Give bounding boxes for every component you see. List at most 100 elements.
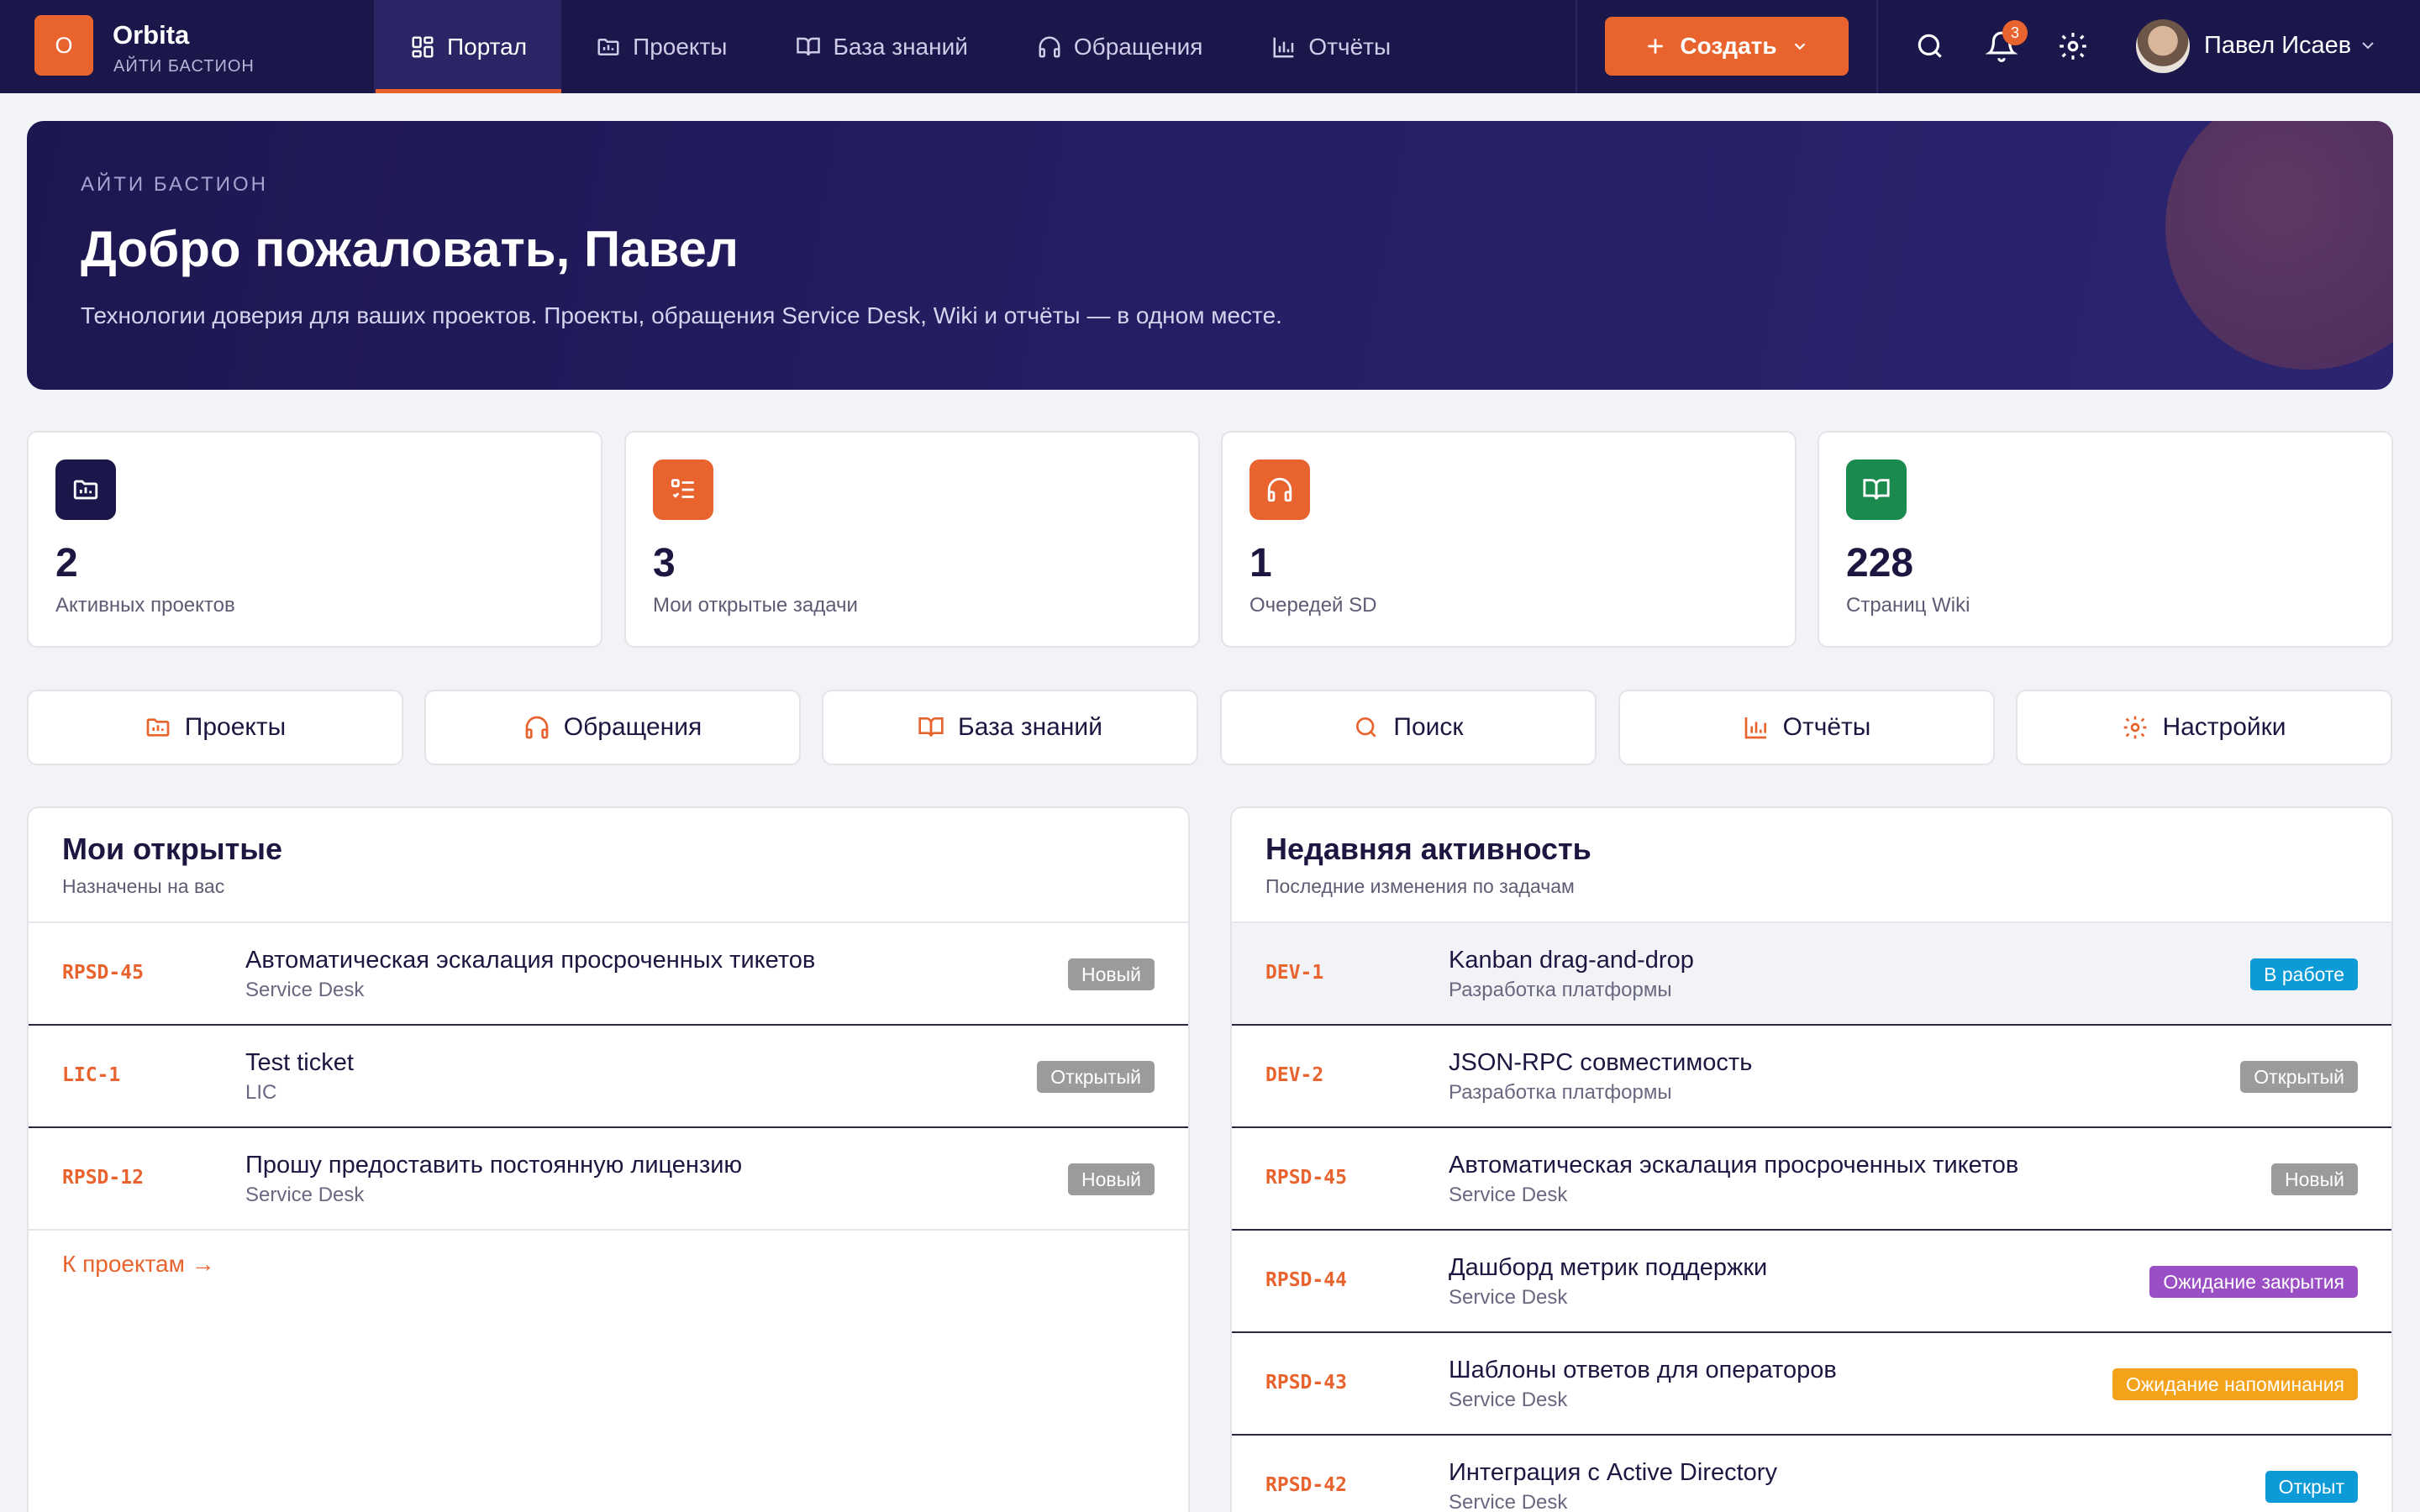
search-icon [1356,717,1377,738]
nav-divider [1576,0,1577,93]
stat-value: 3 [653,541,676,585]
stat-value: 228 [1846,541,1914,585]
search-button[interactable] [1912,24,1949,69]
stat-card-open-tasks[interactable]: 3 Мои открытые задачи [624,431,1200,648]
issue-key[interactable]: DEV-2 [1265,1064,1323,1086]
quick-link-requests[interactable]: Обращения [424,690,801,765]
table-row[interactable]: RPSD-43 Шаблоны ответов для операторов S… [1232,1333,2391,1436]
issue-key[interactable]: RPSD-44 [1265,1269,1347,1291]
stat-label: Очередей SD [1249,594,1377,617]
issue-key[interactable]: RPSD-45 [62,962,144,984]
headset-icon [1249,459,1310,520]
quick-link-label: Настройки [2162,713,2286,741]
issue-title[interactable]: Автоматическая эскалация просроченных ти… [245,947,815,974]
status-badge: В работе [2250,958,2358,990]
headset-icon [1039,36,1060,57]
quick-link-search[interactable]: Поиск [1220,690,1597,765]
folder-icon [146,718,170,737]
table-row[interactable]: DEV-1 Kanban drag-and-drop Разработка пл… [1232,923,2391,1026]
issue-title[interactable]: Kanban drag-and-drop [1449,947,1694,974]
quick-link-label: Проекты [184,713,287,741]
table-row[interactable]: RPSD-45 Автоматическая эскалация просроч… [1232,1128,2391,1231]
quick-link-projects[interactable]: Проекты [27,690,403,765]
create-button[interactable]: Создать [1605,17,1849,76]
table-row[interactable]: RPSD-12 Прошу предоставить постоянную ли… [29,1128,1188,1231]
grid-icon [412,36,434,57]
panel-subtitle: Последние изменения по задачам [1265,875,1575,897]
app-logo[interactable]: O [34,15,93,76]
folder-chart-icon [55,459,116,520]
issue-project: Service Desk [1449,1286,1568,1309]
settings-button[interactable] [2054,24,2091,69]
headset-icon [525,716,549,739]
issue-project: Service Desk [1449,1389,1568,1411]
nav-divider [1876,0,1878,93]
issue-project: Разработка платформы [1449,979,1672,1001]
quick-link-knowledge-base[interactable]: База знаний [822,690,1198,765]
bar-chart-icon [1744,717,1766,739]
quick-link-label: Отчёты [1782,713,1871,741]
my-open-panel: Мои открытые Назначены на вас RPSD-45 Ав… [27,806,1190,1512]
banner-org-name: АЙТИ БАСТИОН [81,173,268,196]
issue-project: Разработка платформы [1449,1081,1672,1104]
status-badge: Открытый [2240,1061,2358,1093]
user-name[interactable]: Павел Исаев [2204,32,2351,60]
tab-reports[interactable]: Отчёты [1237,0,1425,93]
tab-portal[interactable]: Портал [376,0,562,93]
main-nav-tabs: Портал Проекты База знаний Обращения Отч… [376,0,1425,93]
table-row[interactable]: RPSD-42 Интеграция с Active Directory Se… [1232,1436,2391,1512]
table-row[interactable]: RPSD-45 Автоматическая эскалация просроч… [29,923,1188,1026]
quick-link-settings[interactable]: Настройки [2016,690,2392,765]
folder-icon [597,38,619,55]
issue-title[interactable]: Шаблоны ответов для операторов [1449,1357,1837,1384]
issue-project: LIC [245,1081,277,1104]
issue-title[interactable]: Прошу предоставить постоянную лицензию [245,1152,742,1179]
stat-value: 2 [55,541,78,585]
issue-title[interactable]: Дашборд метрик поддержки [1449,1254,1767,1282]
table-row[interactable]: LIC-1 Test ticket LIC Открытый [29,1026,1188,1128]
status-badge: Открыт [2265,1471,2358,1503]
recent-activity-panel: Недавняя активность Последние изменения … [1230,806,2393,1512]
tab-label: Портал [447,33,528,60]
issue-key[interactable]: RPSD-45 [1265,1167,1347,1189]
status-badge: Ожидание закрытия [2149,1266,2358,1298]
issue-key[interactable]: DEV-1 [1265,962,1323,984]
tab-projects[interactable]: Проекты [561,0,761,93]
issue-key[interactable]: RPSD-12 [62,1167,144,1189]
issue-key[interactable]: RPSD-43 [1265,1372,1347,1394]
tab-label: Отчёты [1308,33,1392,60]
stat-card-active-projects[interactable]: 2 Активных проектов [27,431,602,648]
quick-link-reports[interactable]: Отчёты [1618,690,1995,765]
tab-knowledge-base[interactable]: База знаний [761,0,1002,93]
issue-title[interactable]: Интеграция с Active Directory [1449,1459,1777,1487]
welcome-banner: АЙТИ БАСТИОН Добро пожаловать, Павел Тех… [27,121,2393,390]
table-row[interactable]: DEV-2 JSON-RPC совместимость Разработка … [1232,1026,2391,1128]
stat-label: Мои открытые задачи [653,594,858,617]
top-navigation-bar: O Orbita АЙТИ БАСТИОН Портал Проекты Баз… [0,0,2420,93]
app-org-name: АЙТИ БАСТИОН [113,57,255,76]
app-name: Orbita [113,20,190,50]
stat-card-sd-queues[interactable]: 1 Очередей SD [1221,431,1797,648]
chevron-down-icon[interactable] [2358,35,2378,55]
quick-link-label: Обращения [563,713,702,741]
plus-icon [1648,39,1664,54]
decorative-circle [2165,121,2393,370]
logo-letter: O [55,32,73,58]
issue-key[interactable]: RPSD-42 [1265,1474,1347,1496]
panel-title: Мои открытые [62,832,282,866]
table-row[interactable]: RPSD-44 Дашборд метрик поддержки Service… [1232,1231,2391,1333]
tab-requests[interactable]: Обращения [1002,0,1238,93]
to-projects-link[interactable]: К проектам → [62,1251,215,1278]
stat-card-wiki-pages[interactable]: 228 Страниц Wiki [1818,431,2393,648]
panel-title: Недавняя активность [1265,832,1591,866]
tab-label: Обращения [1073,33,1203,60]
avatar[interactable] [2136,19,2190,73]
banner-subtitle: Технологии доверия для ваших проектов. П… [81,302,1282,328]
notification-count-badge: 3 [2002,20,2028,45]
issue-title[interactable]: Test ticket [245,1049,354,1077]
issue-title[interactable]: JSON-RPC совместимость [1449,1049,1752,1077]
issue-key[interactable]: LIC-1 [62,1064,120,1086]
search-icon [1918,34,1942,58]
issue-title[interactable]: Автоматическая эскалация просроченных ти… [1449,1152,2018,1179]
panel-subtitle: Назначены на вас [62,875,225,897]
